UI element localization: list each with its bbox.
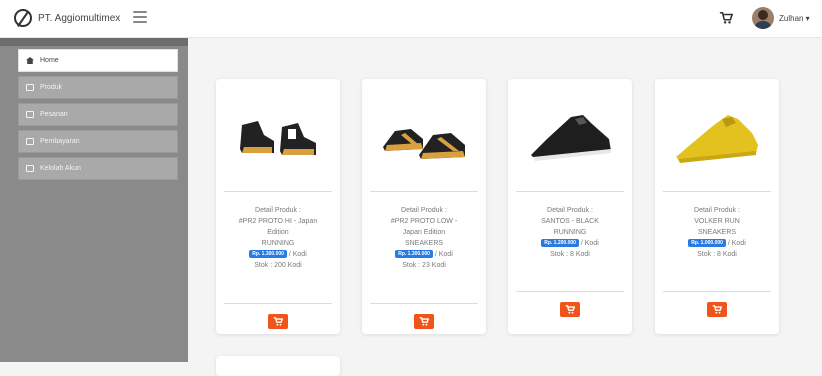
price-unit: / Kodi — [580, 240, 599, 247]
shoe-image-icon — [676, 115, 758, 163]
price-badge: Rp. 1.300.000 — [395, 250, 433, 259]
product-details: Detail Produk : SANTOS - BLACK RUNNING R… — [514, 205, 626, 260]
product-details: Detail Produk : #PR2 PROTO LOW - Japan E… — [368, 205, 480, 271]
brand[interactable]: PT. Aggiomultimex — [14, 9, 120, 27]
add-to-cart-button[interactable] — [268, 314, 288, 329]
divider — [516, 291, 624, 292]
price-badge: Rp. 1.000.000 — [688, 239, 726, 248]
avatar — [752, 7, 774, 29]
sidebar-item-produk[interactable]: Produk — [18, 76, 178, 99]
cart-icon[interactable] — [719, 11, 733, 25]
sidebar-item-pembayaran[interactable]: Pembayaran — [18, 130, 178, 153]
price-unit: / Kodi — [727, 240, 746, 247]
shoe-image-icon — [531, 115, 611, 161]
product-name-line: #PR2 PROTO HI - Japan — [238, 218, 318, 225]
product-card: Detail Produk : SANTOS - BLACK RUNNING R… — [508, 79, 632, 334]
divider — [370, 191, 478, 192]
price-line: Rp. 1.300.000 / Kodi — [222, 249, 334, 260]
stock-text: Stok : 200 Kodi — [254, 262, 302, 269]
main-content: Detail Produk : #PR2 PROTO HI - Japan Ed… — [188, 38, 822, 376]
detail-label: Detail Produk : — [255, 207, 301, 214]
product-name-line: Edition — [267, 229, 289, 236]
sidebar: Home Produk Pesanan Pembayaran Kelolah A… — [0, 38, 188, 362]
sidebar-item-label: Pesanan — [40, 111, 68, 118]
add-to-cart-button[interactable] — [414, 314, 434, 329]
product-image — [216, 79, 340, 191]
price-badge: Rp. 1.200.000 — [541, 239, 579, 248]
top-navbar: PT. Aggiomultimex Zulhan ▾ — [0, 0, 822, 38]
shoe-image-icon — [383, 129, 465, 159]
price-badge: Rp. 1.300.000 — [249, 250, 287, 259]
cart-icon — [565, 305, 575, 314]
detail-label: Detail Produk : — [547, 207, 593, 214]
detail-label: Detail Produk : — [401, 207, 447, 214]
sidebar-item-pesanan[interactable]: Pesanan — [18, 103, 178, 126]
sidebar-item-label: Produk — [40, 84, 63, 91]
product-image — [362, 79, 486, 191]
user-menu[interactable]: Zulhan ▾ — [752, 7, 810, 29]
sidebar-item-kelolah-akun[interactable]: Kelolah Akun — [18, 157, 178, 180]
product-details: Detail Produk : #PR2 PROTO HI - Japan Ed… — [222, 205, 334, 271]
sidebar-item-label: Kelolah Akun — [40, 165, 81, 172]
sidebar-menu: Home Produk Pesanan Pembayaran Kelolah A… — [18, 49, 178, 184]
product-card: Detail Produk : VOLKER RUN SNEAKERS Rp. … — [655, 79, 779, 334]
product-card-partial — [216, 356, 340, 376]
stock-text: Stok : 8 Kodi — [550, 251, 590, 258]
detail-label: Detail Produk : — [694, 207, 740, 214]
brand-name: PT. Aggiomultimex — [38, 12, 121, 24]
product-name-line: VOLKER RUN — [694, 218, 740, 225]
product-name-line: RUNNING — [553, 229, 587, 236]
home-icon — [26, 57, 34, 64]
product-name-line: SANTOS - BLACK — [541, 218, 599, 225]
user-icon — [26, 165, 34, 172]
product-card: Detail Produk : #PR2 PROTO LOW - Japan E… — [362, 79, 486, 334]
shoe-image-icon — [240, 121, 316, 155]
product-name-line: SNEAKERS — [404, 240, 444, 247]
price-unit: / Kodi — [434, 251, 453, 258]
divider — [224, 191, 332, 192]
price-line: Rp. 1.000.000 / Kodi — [661, 238, 773, 249]
product-name-line: SNEAKERS — [697, 229, 737, 236]
cart-icon — [273, 317, 283, 326]
product-image — [508, 79, 632, 191]
divider — [663, 291, 771, 292]
stock-text: Stok : 23 Kodi — [402, 262, 446, 269]
price-line: Rp. 1.200.000 / Kodi — [514, 238, 626, 249]
divider — [224, 303, 332, 304]
user-name: Zulhan ▾ — [779, 13, 810, 23]
cart-icon — [712, 305, 722, 314]
cart-icon — [419, 317, 429, 326]
product-image — [655, 79, 779, 191]
price-unit: / Kodi — [288, 251, 307, 258]
product-details: Detail Produk : VOLKER RUN SNEAKERS Rp. … — [661, 205, 773, 260]
stock-text: Stok : 8 Kodi — [697, 251, 737, 258]
hamburger-menu-icon[interactable] — [133, 11, 147, 23]
add-to-cart-button[interactable] — [707, 302, 727, 317]
product-name-line: RUNNING — [261, 240, 295, 247]
add-to-cart-button[interactable] — [560, 302, 580, 317]
product-name-line: #PR2 PROTO LOW - — [390, 218, 458, 225]
product-name-line: Japan Edition — [402, 229, 446, 236]
sidebar-item-label: Pembayaran — [40, 138, 80, 145]
divider — [516, 191, 624, 192]
divider — [370, 303, 478, 304]
box-icon — [26, 84, 34, 91]
list-icon — [26, 111, 34, 118]
divider — [663, 191, 771, 192]
product-card: Detail Produk : #PR2 PROTO HI - Japan Ed… — [216, 79, 340, 334]
brand-logo-icon — [14, 9, 32, 27]
sidebar-item-label: Home — [40, 57, 59, 64]
credit-card-icon — [26, 138, 34, 145]
price-line: Rp. 1.300.000 / Kodi — [368, 249, 480, 260]
sidebar-item-home[interactable]: Home — [18, 49, 178, 72]
